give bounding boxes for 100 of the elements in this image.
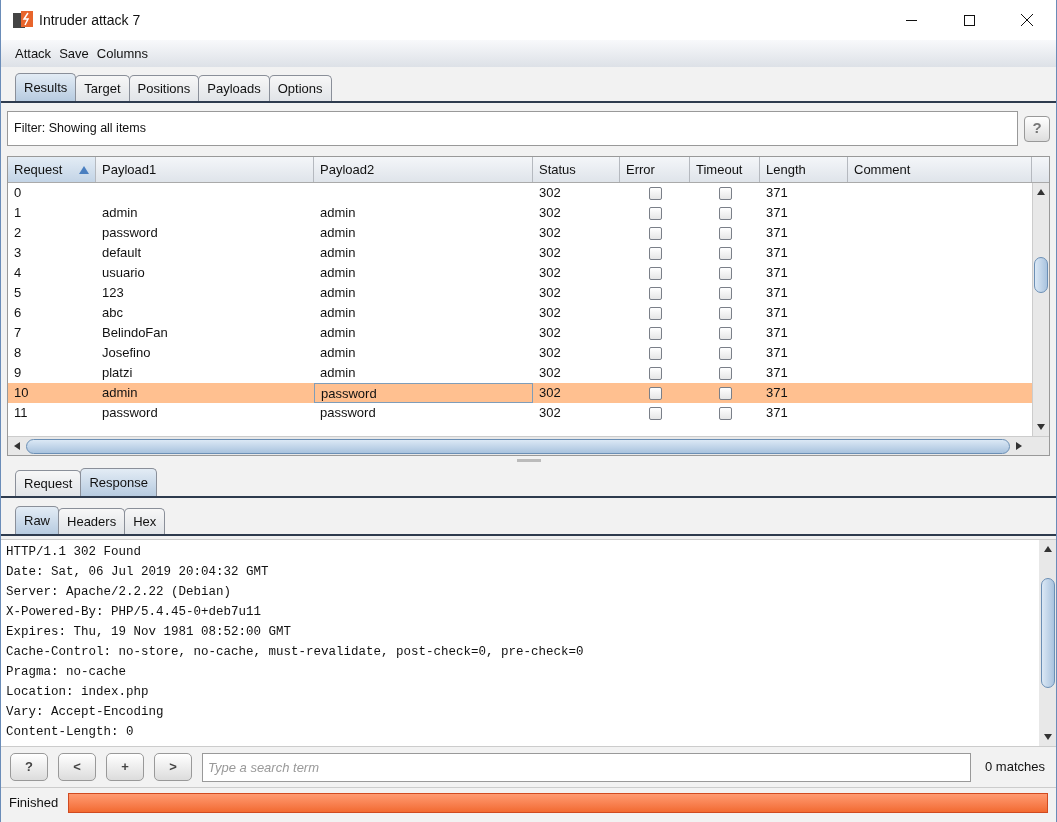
- search-nav-button[interactable]: <: [58, 753, 96, 781]
- table-cell-text: 7: [13, 324, 23, 343]
- table-cell-text: 371: [765, 304, 789, 323]
- response-line: Content-Length: 0: [6, 724, 135, 741]
- tab[interactable]: Results: [15, 73, 77, 101]
- table-cell-text: admin: [101, 204, 139, 223]
- table-cell-text: 371: [765, 204, 789, 223]
- table-cell-text: admin: [319, 204, 357, 222]
- checkbox[interactable]: [718, 226, 732, 240]
- tab[interactable]: Raw: [15, 506, 59, 534]
- horizontal-scrollbar[interactable]: [8, 436, 1049, 455]
- tab[interactable]: Headers: [58, 508, 126, 534]
- checkbox[interactable]: [718, 366, 732, 380]
- search-nav-button[interactable]: +: [106, 753, 144, 781]
- column-header[interactable]: Payload2: [314, 157, 533, 182]
- checkbox[interactable]: [718, 266, 732, 280]
- scroll-up-icon[interactable]: [1036, 187, 1046, 197]
- table-cell-text: password: [101, 224, 159, 243]
- table-cell-text: 371: [765, 244, 789, 263]
- tab[interactable]: Response: [80, 468, 157, 496]
- column-header[interactable]: Length: [760, 157, 848, 182]
- table-cell-text: 302: [538, 364, 562, 383]
- table-cell-text: 371: [765, 384, 789, 403]
- scroll-thumb[interactable]: [1040, 578, 1055, 688]
- table-cell-text: 371: [765, 324, 789, 343]
- column-header[interactable]: Timeout: [690, 157, 760, 182]
- scroll-down-icon[interactable]: [1036, 422, 1046, 432]
- search-nav-button[interactable]: >: [154, 753, 192, 781]
- vertical-scrollbar[interactable]: [1039, 540, 1056, 746]
- help-button[interactable]: ?: [1024, 115, 1050, 142]
- table-cell-text: 371: [765, 224, 789, 243]
- menu-item[interactable]: Columns: [96, 43, 149, 64]
- search-nav-button[interactable]: ?: [10, 753, 48, 781]
- checkbox[interactable]: [648, 266, 662, 280]
- table-cell-text: admin: [319, 264, 357, 282]
- scroll-down-icon[interactable]: [1042, 732, 1053, 742]
- table-cell-text: 5: [13, 284, 23, 303]
- checkbox[interactable]: [648, 286, 662, 300]
- checkbox[interactable]: [718, 326, 732, 340]
- checkbox[interactable]: [648, 246, 662, 260]
- scroll-right-icon[interactable]: [1014, 441, 1024, 451]
- checkbox[interactable]: [718, 406, 732, 420]
- tab[interactable]: Target: [75, 75, 130, 101]
- table-cell-text: 10: [13, 384, 30, 403]
- table-cell-text: 371: [765, 264, 789, 283]
- checkbox[interactable]: [718, 286, 732, 300]
- scroll-up-icon[interactable]: [1042, 544, 1053, 554]
- response-line: Cache-Control: no-store, no-cache, must-revalidate, post-check=0, pre-check=0: [6, 644, 585, 661]
- checkbox[interactable]: [648, 186, 662, 200]
- vertical-scrollbar[interactable]: [1032, 183, 1049, 436]
- checkbox[interactable]: [648, 306, 662, 320]
- checkbox[interactable]: [718, 306, 732, 320]
- checkbox[interactable]: [648, 346, 662, 360]
- checkbox[interactable]: [648, 206, 662, 220]
- table-cell-text: 371: [765, 344, 789, 363]
- table-cell-text: 3: [13, 244, 23, 263]
- response-line: X-Powered-By: PHP/5.4.45-0+deb7u11: [6, 604, 263, 621]
- table-cell-text: admin: [319, 364, 357, 382]
- checkbox[interactable]: [648, 366, 662, 380]
- checkbox[interactable]: [718, 246, 732, 260]
- menu-item[interactable]: Attack: [15, 43, 52, 64]
- table-cell-text: usuario: [101, 264, 146, 283]
- checkbox[interactable]: [718, 346, 732, 360]
- response-line: Server: Apache/2.2.22 (Debian): [6, 584, 233, 601]
- table-cell-text: 8: [13, 344, 23, 363]
- column-header[interactable]: Error: [620, 157, 690, 182]
- table-cell-text: 6: [13, 304, 23, 323]
- tab[interactable]: Request: [15, 470, 82, 496]
- checkbox[interactable]: [718, 206, 732, 220]
- scroll-thumb[interactable]: [1034, 256, 1048, 293]
- scroll-left-icon[interactable]: [12, 441, 22, 451]
- checkbox[interactable]: [648, 406, 662, 420]
- table-cell-text: 302: [538, 264, 562, 283]
- table-row[interactable]: 10 admin password 302 371: [8, 383, 1032, 403]
- checkbox[interactable]: [648, 326, 662, 340]
- menu-item[interactable]: Save: [59, 43, 89, 64]
- table-cell-text: platzi: [101, 364, 134, 383]
- table-cell-text: 371: [765, 404, 789, 423]
- checkbox[interactable]: [648, 226, 662, 240]
- table-cell-text: 302: [538, 384, 562, 403]
- tab[interactable]: Positions: [128, 75, 200, 101]
- search-field[interactable]: Type a search term: [202, 752, 971, 782]
- scroll-thumb[interactable]: [26, 438, 1010, 454]
- tab[interactable]: Hex: [124, 508, 166, 534]
- response-line: Date: Sat, 06 Jul 2019 20:04:32 GMT: [6, 564, 270, 581]
- checkbox[interactable]: [718, 386, 732, 400]
- column-header[interactable]: Request: [8, 157, 96, 182]
- table-cell-text: default: [101, 244, 143, 263]
- checkbox[interactable]: [648, 386, 662, 400]
- table-cell-text: 9: [13, 364, 23, 383]
- tab[interactable]: Payloads: [198, 75, 270, 101]
- response-line: HTTP/1.1 302 Found: [6, 544, 143, 561]
- table-cell-text: Josefino: [101, 344, 152, 363]
- column-header[interactable]: Status: [533, 157, 620, 182]
- match-count: 0 matches: [985, 758, 1045, 777]
- filter-bar[interactable]: Filter: Showing all items: [7, 111, 1018, 146]
- tab[interactable]: Options: [268, 75, 332, 101]
- column-header[interactable]: Payload1: [96, 157, 314, 182]
- checkbox[interactable]: [718, 186, 732, 200]
- column-header[interactable]: Comment: [848, 157, 1032, 182]
